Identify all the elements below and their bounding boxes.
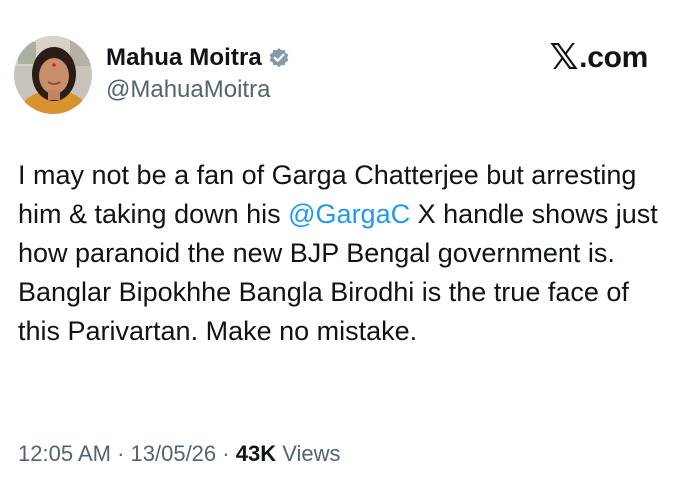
- avatar[interactable]: [14, 36, 92, 114]
- brand-watermark: 𝕏 .com: [549, 40, 648, 76]
- post-card: Mahua Moitra @MahuaMoitra 𝕏 .com I may no…: [0, 0, 680, 483]
- post-date[interactable]: 13/05/26: [131, 441, 217, 466]
- views-label: Views: [276, 441, 341, 466]
- brand-label: .com: [579, 41, 648, 74]
- verified-badge-icon: [268, 47, 290, 69]
- post-time[interactable]: 12:05 AM: [18, 441, 111, 466]
- views-count: 43K: [235, 441, 277, 466]
- author-display-name[interactable]: Mahua Moitra: [106, 44, 262, 72]
- author-handle[interactable]: @MahuaMoitra: [106, 76, 290, 104]
- author-names: Mahua Moitra @MahuaMoitra: [106, 44, 290, 104]
- avatar-image: [14, 36, 92, 114]
- post-header: Mahua Moitra @MahuaMoitra: [14, 36, 290, 116]
- post-meta: 12:05 AM · 13/05/26 · 43K Views: [18, 441, 340, 467]
- display-name-row: Mahua Moitra: [106, 44, 290, 72]
- meta-separator: ·: [216, 441, 236, 466]
- mention-link[interactable]: @GargaC: [288, 199, 410, 229]
- x-logo-icon: 𝕏: [549, 37, 579, 78]
- post-text: I may not be a fan of Garga Chatterjee b…: [18, 156, 664, 351]
- meta-separator: ·: [110, 441, 131, 466]
